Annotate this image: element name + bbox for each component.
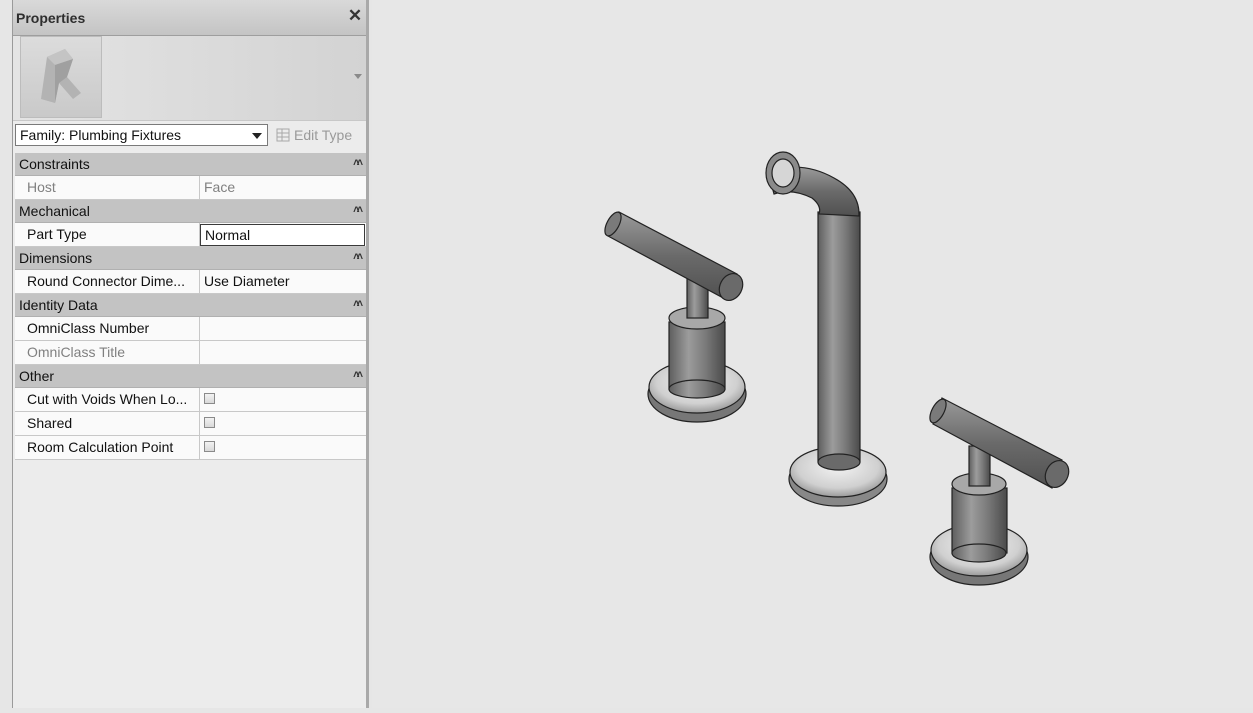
property-name: Part Type [15,223,200,246]
type-preview[interactable] [13,36,366,121]
selector-row: Family: Plumbing Fixtures Edit Type [13,121,366,153]
family-thumbnail-icon [20,36,102,118]
property-name: Host [15,176,200,199]
property-value[interactable]: Use Diameter [200,270,366,293]
panel-title: Properties [16,10,86,26]
category-label: Constraints [19,156,90,172]
category-label: Dimensions [19,250,93,266]
model-viewport[interactable] [372,0,1253,708]
property-name: Shared [15,412,200,435]
collapse-icon[interactable]: ˄˄ [353,246,363,268]
category-label: Mechanical [19,203,90,219]
panel-header: Properties ✕ [13,0,366,36]
property-row: Round Connector Dime... Use Diameter [15,270,366,294]
chevron-down-icon [252,133,262,139]
family-type-selector[interactable]: Family: Plumbing Fixtures [15,124,268,146]
property-name: OmniClass Title [15,341,200,364]
category-header[interactable]: Identity Data ˄˄ [15,294,366,317]
property-name: Cut with Voids When Lo... [15,388,200,411]
property-name: OmniClass Number [15,317,200,340]
checkbox[interactable] [204,417,215,428]
category-label: Other [19,368,55,384]
property-value [200,341,366,364]
close-icon[interactable]: ✕ [346,7,364,25]
edit-type-label: Edit Type [294,127,353,143]
category-header[interactable]: Constraints ˄˄ [15,153,366,176]
property-row: Cut with Voids When Lo... [15,388,366,412]
collapse-icon[interactable]: ˄˄ [353,152,363,174]
property-checkbox-cell[interactable] [200,412,366,435]
property-row: OmniClass Number [15,317,366,341]
properties-grid: Constraints ˄˄ Host Face Mechanical ˄˄ Part Ty… [15,153,366,460]
type-dropdown-icon[interactable] [354,74,362,79]
property-name: Room Calculation Point [15,436,200,459]
property-checkbox-cell[interactable] [200,388,366,411]
property-name: Round Connector Dime... [15,270,200,293]
checkbox[interactable] [204,441,215,452]
property-checkbox-cell[interactable] [200,436,366,459]
edit-type-icon [276,128,290,142]
category-header[interactable]: Dimensions ˄˄ [15,247,366,270]
property-value[interactable] [200,317,366,340]
checkbox[interactable] [204,393,215,404]
left-handle [604,211,747,423]
property-row: OmniClass Title [15,341,366,365]
properties-panel: Properties ✕ Family: Plumbing Fixtures E… [12,0,369,708]
collapse-icon[interactable]: ˄˄ [353,364,363,386]
property-row: Host Face [15,176,366,200]
edit-type-button[interactable]: Edit Type [276,125,352,145]
property-row: Part Type Normal [15,223,366,247]
faucet-3d-model[interactable] [372,0,1253,708]
family-type-label: Family: Plumbing Fixtures [20,127,182,143]
category-header[interactable]: Other ˄˄ [15,365,366,388]
property-row: Room Calculation Point [15,436,366,460]
property-value: Face [204,179,236,195]
category-header[interactable]: Mechanical ˄˄ [15,200,366,223]
collapse-icon[interactable]: ˄˄ [353,199,363,221]
right-handle [929,397,1070,586]
property-value[interactable]: Normal [200,224,365,246]
category-label: Identity Data [19,297,98,313]
faucet-spout [765,151,888,507]
property-row: Shared [15,412,366,436]
collapse-icon[interactable]: ˄˄ [353,293,363,315]
